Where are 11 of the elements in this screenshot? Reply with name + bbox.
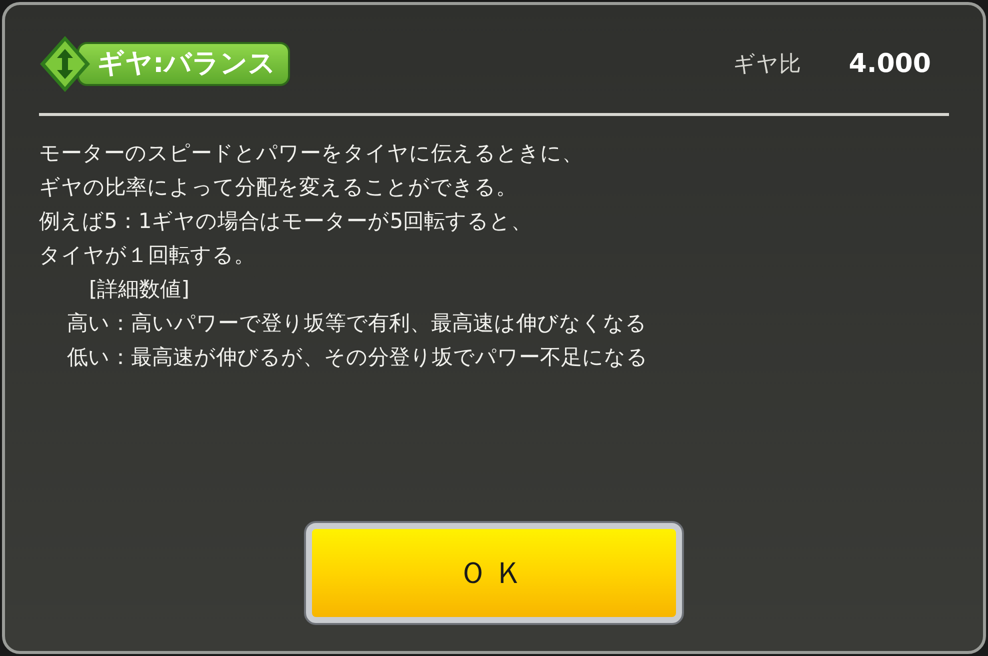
ok-button[interactable]: ＯＫ	[306, 523, 682, 623]
description-line: ギヤの比率によって分配を変えることができる。	[39, 174, 518, 201]
ratio-value: 4.000	[848, 48, 931, 80]
gear-title: ギヤ:バランス	[77, 42, 290, 86]
description-line: 高い：高いパワーで登り坂等で有利、最高速は伸びなくなる	[66, 310, 648, 337]
ratio-label: ギヤ比	[732, 50, 801, 78]
description-line: 例えば5：1ギヤの場合はモーターが5回転すると、	[39, 208, 534, 235]
description-line: タイヤが１回転する。	[39, 242, 256, 269]
description-line: モーターのスピードとパワーをタイヤに伝えるときに、	[39, 140, 584, 167]
description-line: 低い：最高速が伸びるが、その分登り坂でパワー不足になる	[66, 344, 649, 371]
section-heading: [詳細数値]	[88, 276, 190, 303]
